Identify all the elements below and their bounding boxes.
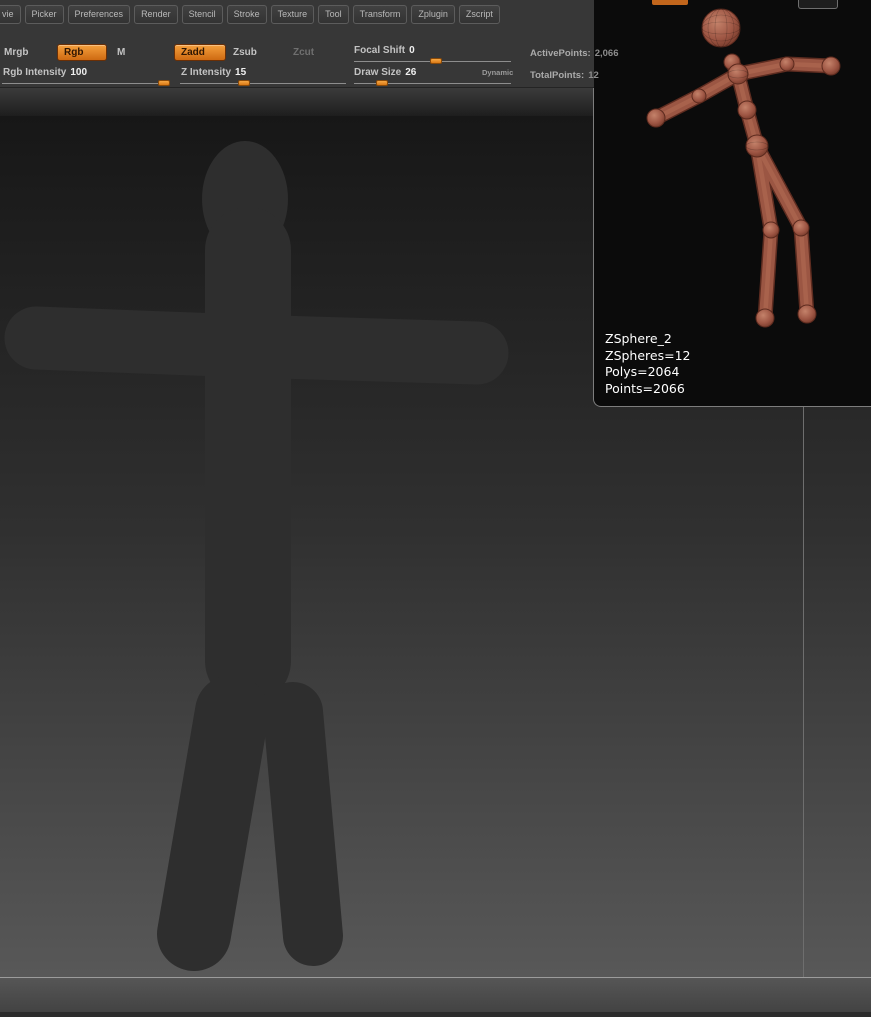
z-intensity-slider-handle[interactable] (238, 80, 250, 86)
model-polys-count: Polys=2064 (605, 364, 680, 379)
z-intensity-slider[interactable] (180, 80, 346, 86)
focal-shift-slider[interactable] (354, 58, 511, 64)
model-zspheres-count: ZSpheres=12 (605, 347, 691, 363)
z-intensity-label-text: Z Intensity (181, 67, 232, 78)
menu-item-picker[interactable]: Picker (24, 5, 64, 24)
dynamic-mode-label[interactable]: Dynamic (482, 68, 513, 77)
model-name: ZSphere_2 (605, 331, 672, 346)
menu-item-zscript[interactable]: Zscript (458, 5, 500, 24)
focal-shift-label-text: Focal Shift (354, 45, 406, 56)
rgb-button[interactable]: Rgb (57, 44, 107, 61)
draw-size-slider[interactable] (354, 80, 511, 86)
draw-size-label-text: Draw Size (354, 67, 402, 78)
rgb-intensity-label: Rgb Intensity 100 (3, 67, 87, 78)
menu-item-tool[interactable]: Tool (318, 5, 349, 24)
mrgb-button[interactable]: Mrgb (4, 47, 28, 58)
model-points-count: Points=2066 (605, 380, 685, 396)
z-intensity-label: Z Intensity 15 (181, 67, 246, 78)
menu-item-preferences[interactable]: Preferences (67, 5, 131, 24)
zadd-button[interactable]: Zadd (174, 44, 226, 61)
model-stats-text: ZSphere_2 ZSpheres=12 Polys=2064 Points=… (605, 331, 691, 397)
menu-item-stroke[interactable]: Stroke (226, 5, 267, 24)
focal-shift-value: 0 (409, 45, 415, 56)
rgb-intensity-slider-handle[interactable] (158, 80, 170, 86)
menu-item-stencil[interactable]: Stencil (181, 5, 223, 24)
menu-item-movie[interactable]: vie (0, 5, 21, 24)
active-points-value: 2,066 (594, 48, 619, 59)
zcut-button[interactable]: Zcut (293, 47, 314, 58)
draw-size-slider-handle[interactable] (376, 80, 388, 86)
menu-item-zplugin[interactable]: Zplugin (411, 5, 455, 24)
bottom-tray (0, 977, 871, 1017)
total-points-readout: TotalPoints: 12 (530, 70, 599, 81)
active-points-readout: ActivePoints: 2,066 (530, 48, 619, 59)
rgb-intensity-label-text: Rgb Intensity (3, 67, 67, 78)
zbrush-window: ZSphere_2 ZSpheres=12 Polys=2064 Points=… (0, 0, 871, 1017)
rgb-intensity-slider[interactable] (2, 80, 170, 86)
z-intensity-value: 15 (235, 67, 247, 78)
total-points-label: TotalPoints: (530, 70, 585, 81)
menu-item-texture[interactable]: Texture (270, 5, 315, 24)
top-shelf: vie Picker Preferences Render Stencil St… (0, 0, 871, 88)
draw-size-label: Draw Size 26 (354, 67, 416, 78)
focal-shift-slider-handle[interactable] (430, 58, 442, 64)
menu-item-transform[interactable]: Transform (352, 5, 408, 24)
bottom-dark-strip (0, 1012, 871, 1017)
zsub-button[interactable]: Zsub (233, 47, 257, 58)
focal-shift-label: Focal Shift 0 (354, 45, 415, 56)
menu-bar: vie Picker Preferences Render Stencil St… (0, 5, 500, 24)
active-points-label: ActivePoints: (530, 48, 591, 59)
menu-item-render[interactable]: Render (134, 5, 178, 24)
total-points-value: 12 (588, 70, 599, 81)
rgb-intensity-value: 100 (70, 67, 88, 78)
m-button[interactable]: M (117, 47, 125, 58)
draw-size-value: 26 (405, 67, 417, 78)
